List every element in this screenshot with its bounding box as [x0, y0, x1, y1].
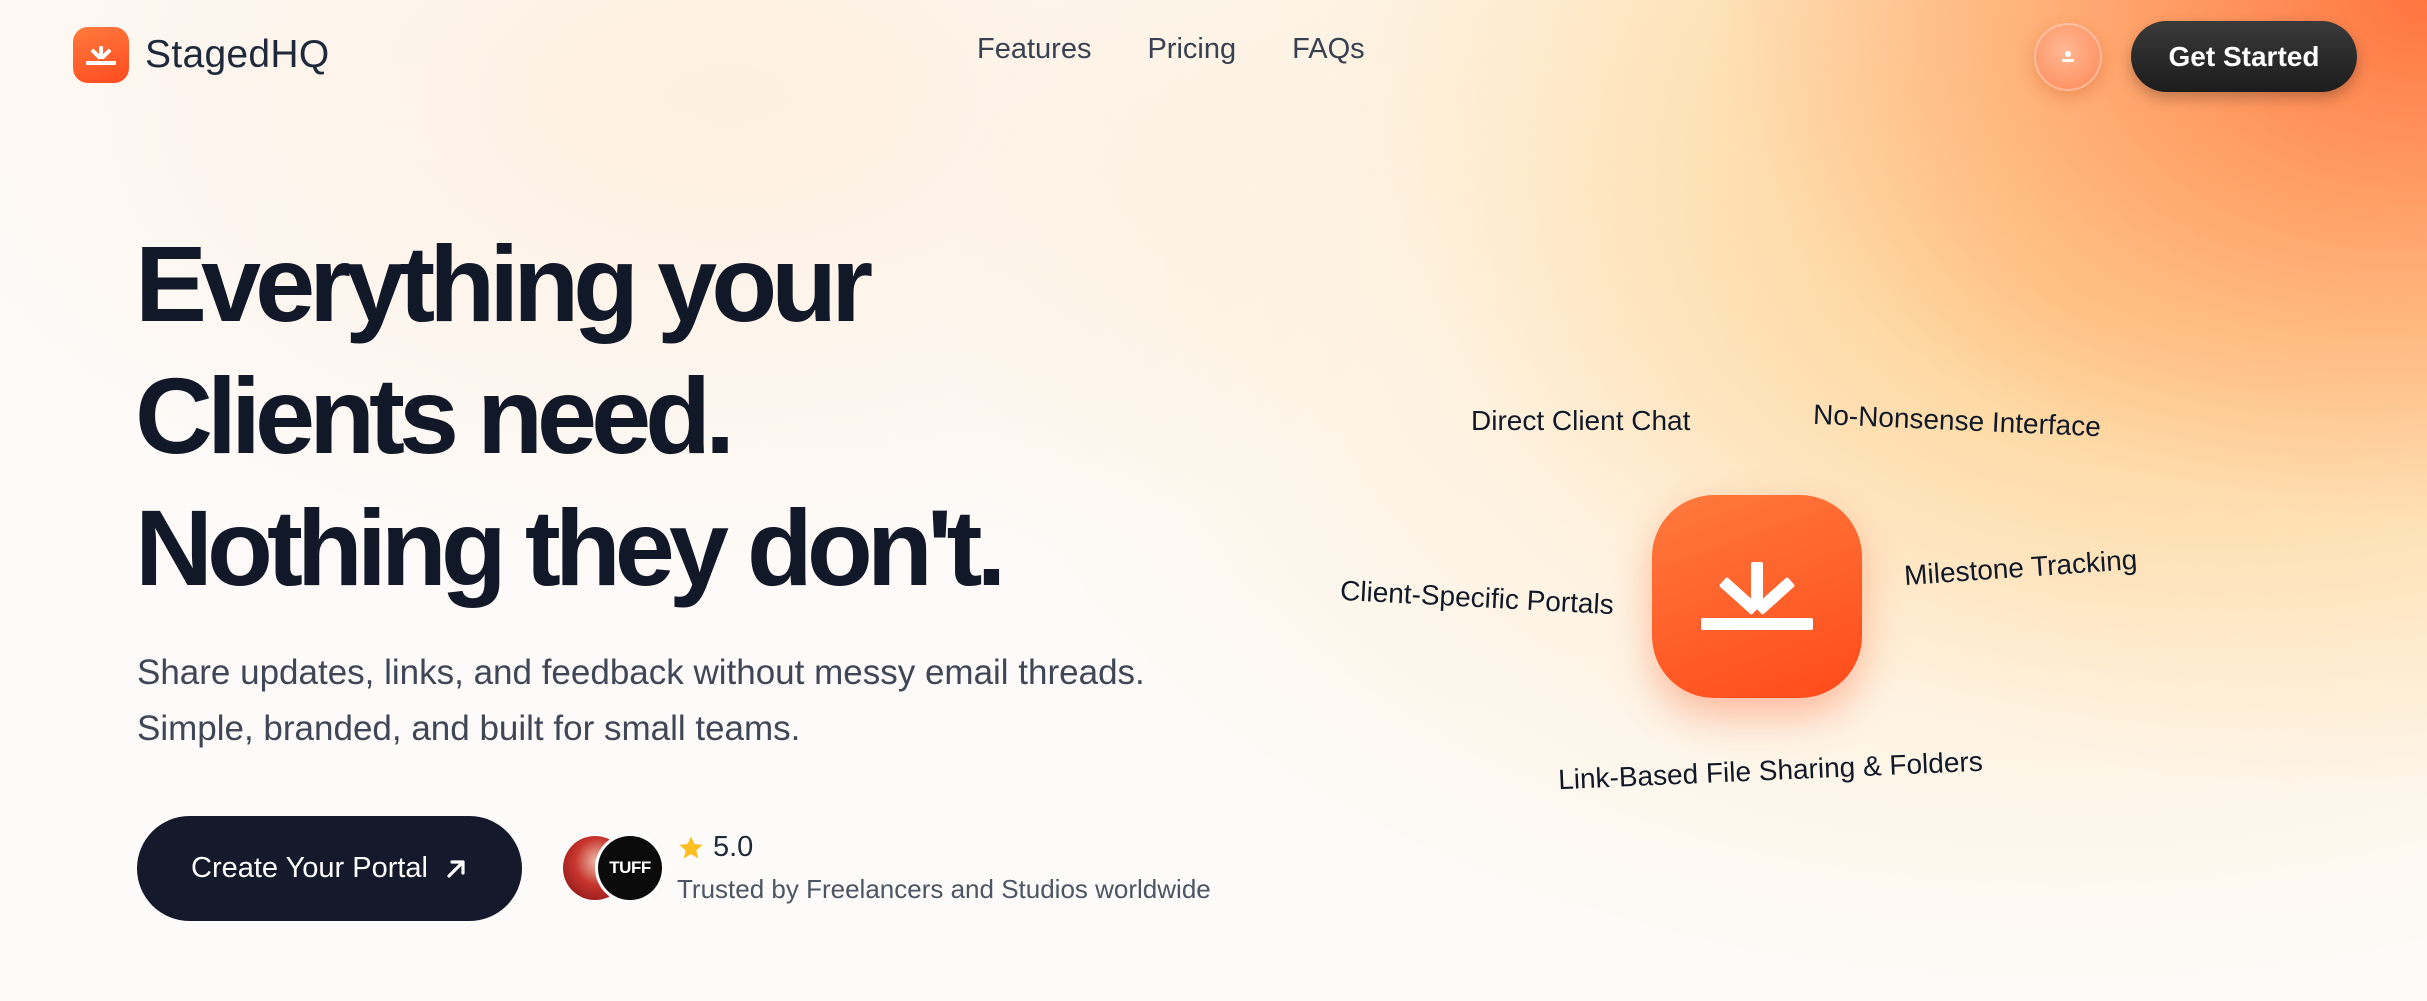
- headline-line-1: Everything your: [135, 223, 873, 344]
- user-avatar-button[interactable]: [2034, 23, 2102, 91]
- feature-direct-client-chat: Direct Client Chat: [1471, 405, 1691, 436]
- trust-avatars: TUFF: [563, 836, 663, 900]
- brand-app-icon: [1652, 495, 1862, 698]
- get-started-button[interactable]: Get Started: [2131, 21, 2357, 92]
- sunrise-burst-icon: [73, 27, 129, 83]
- brand-name: StagedHQ: [145, 33, 330, 76]
- nav-link-features[interactable]: Features: [977, 33, 1091, 66]
- nav-link-faqs[interactable]: FAQs: [1292, 33, 1365, 66]
- headline-line-2: Clients need.: [135, 355, 735, 476]
- star-icon: [679, 835, 703, 858]
- rating-value: 5.0: [713, 831, 754, 863]
- hero-headline: Everything your Clients need. Nothing th…: [135, 218, 1235, 614]
- headline-line-3: Nothing they don't.: [135, 487, 1007, 608]
- subtext-line-1: Share updates, links, and feedback witho…: [137, 653, 1145, 692]
- create-portal-label: Create Your Portal: [191, 852, 428, 884]
- arrow-up-right-icon: [447, 859, 465, 878]
- brand-logo[interactable]: StagedHQ: [73, 27, 330, 83]
- subtext-line-2: Simple, branded, and built for small tea…: [137, 709, 801, 748]
- customer-logo-badge: TUFF: [598, 836, 662, 900]
- user-avatar-icon: [2062, 51, 2074, 62]
- sunrise-burst-icon: [1701, 561, 1813, 630]
- main-nav: Features Pricing FAQs: [977, 33, 1365, 66]
- trust-text: Trusted by Freelancers and Studios world…: [677, 874, 1211, 904]
- rating: 5.0: [677, 831, 753, 864]
- create-portal-button[interactable]: Create Your Portal: [137, 816, 522, 921]
- hero-subtext: Share updates, links, and feedback witho…: [137, 645, 1337, 757]
- nav-link-pricing[interactable]: Pricing: [1147, 33, 1236, 66]
